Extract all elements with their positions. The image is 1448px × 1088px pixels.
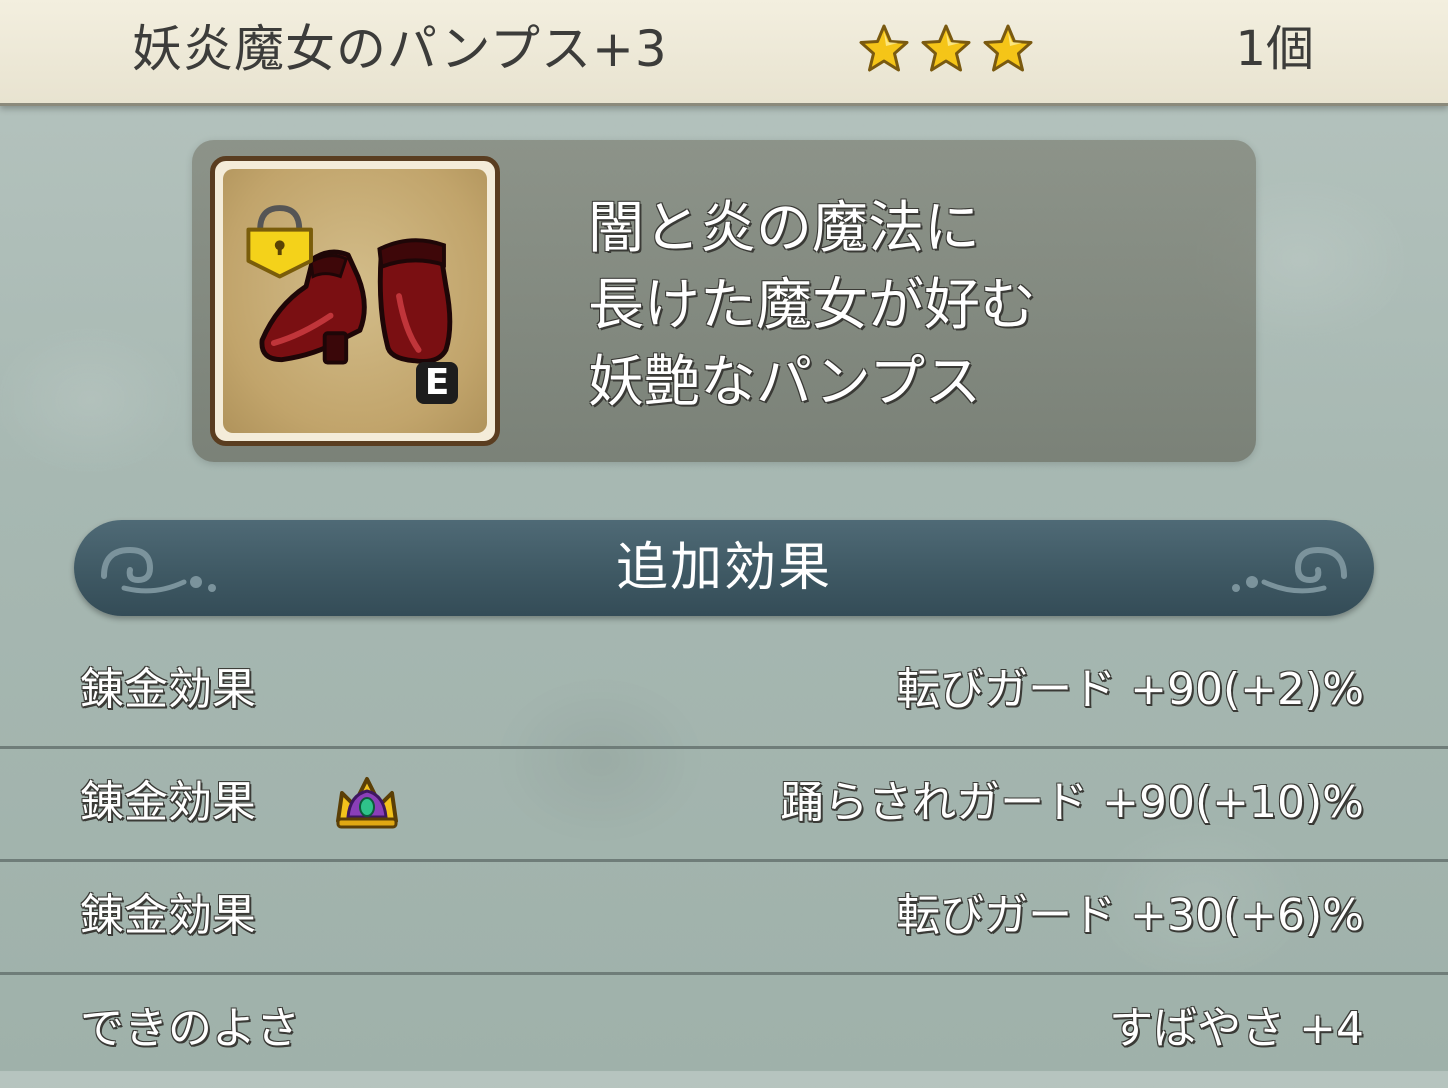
effect-label: 錬金効果 (80, 777, 256, 828)
star-icon (921, 24, 971, 72)
lock-icon (246, 205, 313, 279)
right-shoe (377, 238, 453, 364)
effect-value: 踊らされガード +90(+10)% (780, 777, 1364, 828)
description-line: 長けた魔女が好む (588, 273, 1036, 338)
item-icon-frame[interactable] (210, 156, 500, 446)
crown-icon (336, 777, 398, 829)
star-icon (859, 24, 909, 72)
effect-label: 錬金効果 (80, 890, 256, 941)
effect-row[interactable]: できのよさ すばやさ +4 (0, 975, 1448, 1088)
item-name: 妖炎魔女のパンプス+3 (132, 20, 668, 78)
flourish-ornament-icon (1232, 546, 1347, 594)
effect-row[interactable]: 錬金効果 踊らされガード +90(+10)% (0, 749, 1448, 862)
equipped-badge: E (416, 362, 458, 404)
effect-row[interactable]: 錬金効果 転びガード +90(+2)% (0, 636, 1448, 749)
star-icon (983, 24, 1033, 72)
effect-label: 錬金効果 (80, 664, 256, 715)
item-quantity: 1個 (1235, 21, 1314, 77)
effect-value: 転びガード +30(+6)% (896, 890, 1364, 941)
effect-value: 転びガード +90(+2)% (896, 664, 1364, 715)
effects-list: 錬金効果 転びガード +90(+2)% 錬金効果 踊らされガード +90(+10… (0, 636, 1448, 1088)
effect-row[interactable]: 錬金効果 転びガード +30(+6)% (0, 862, 1448, 975)
description-line: 妖艶なパンプス (588, 350, 982, 415)
item-description: 闇と炎の魔法に 長けた魔女が好む 妖艶なパンプス (588, 190, 1188, 421)
effect-label: できのよさ (80, 1003, 300, 1054)
item-header: 妖炎魔女のパンプス+3 1個 (0, 0, 1448, 106)
effect-value: すばやさ +4 (1109, 1003, 1364, 1054)
description-line: 闇と炎の魔法に (588, 196, 980, 261)
additional-effects-banner: 追加効果 (74, 520, 1374, 616)
section-title: 追加効果 (615, 538, 832, 598)
rating-stars (856, 22, 1036, 78)
